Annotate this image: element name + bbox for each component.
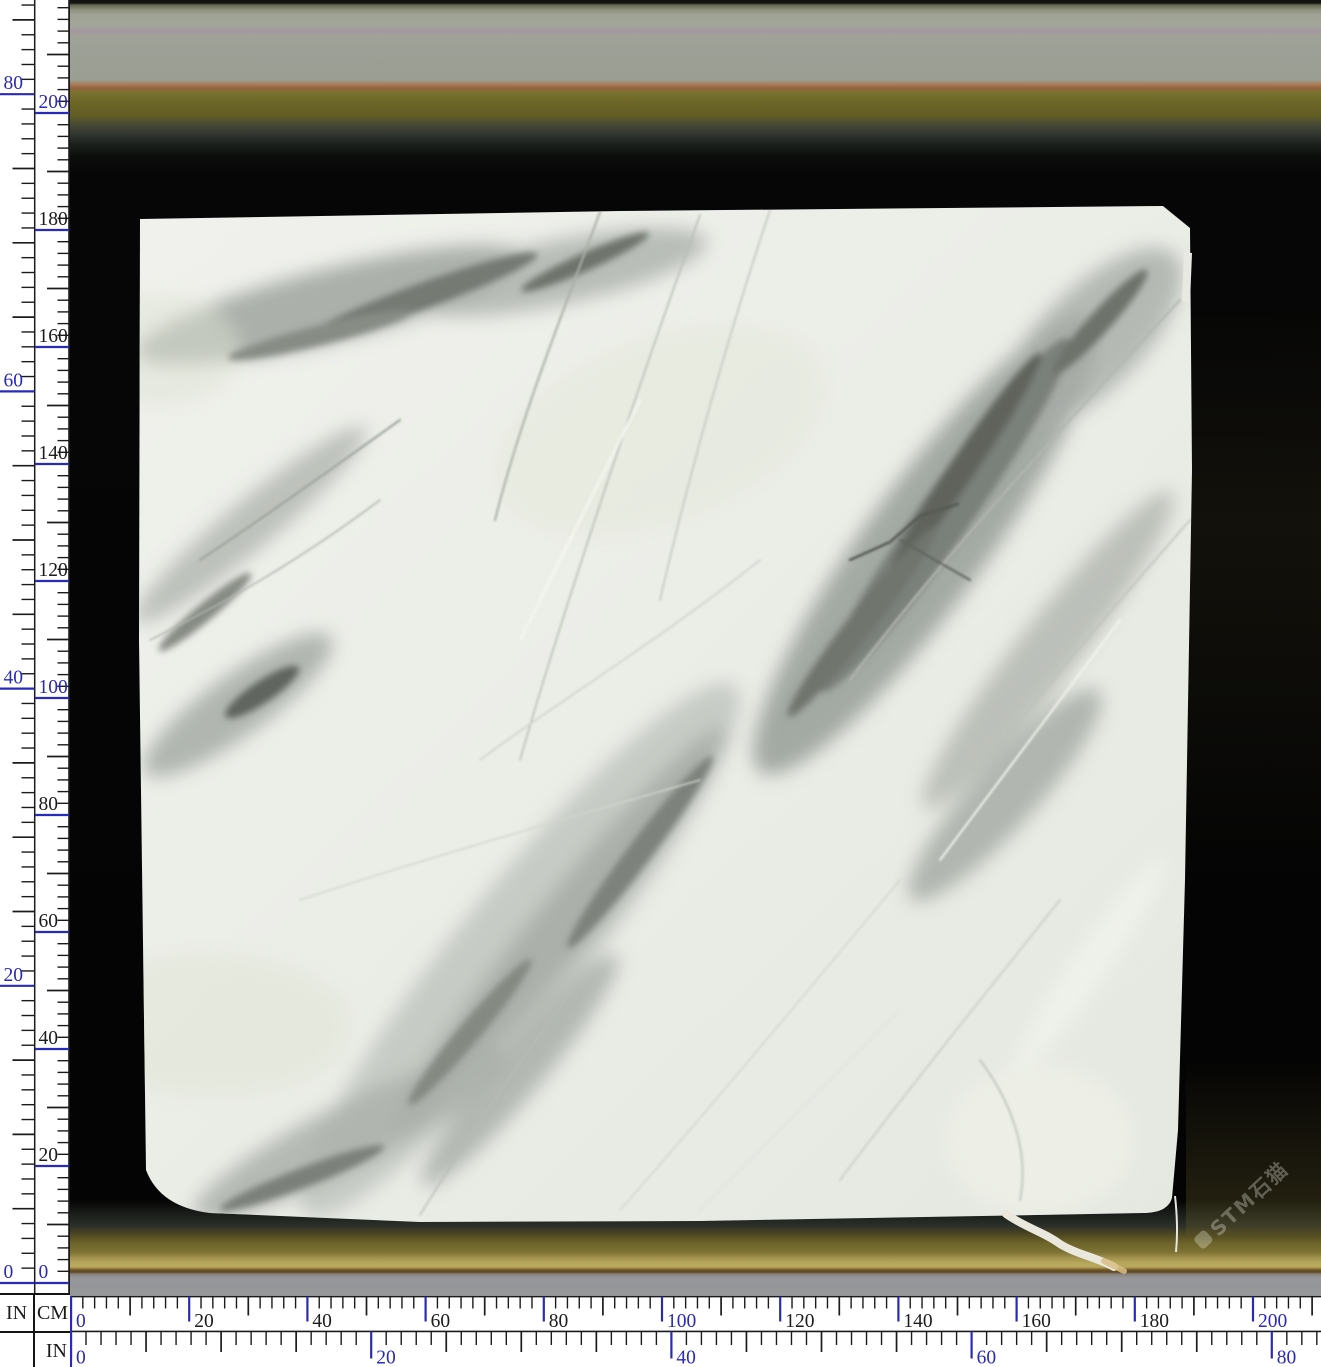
svg-text:20: 20 — [376, 1348, 396, 1367]
svg-text:40: 40 — [39, 1028, 59, 1049]
vertical-ruler: 0 20 40 60 80 100 120 140 160 180 200 0 20 40 60 80 — [0, 0, 70, 1293]
svg-text:0: 0 — [4, 1262, 14, 1283]
svg-text:140: 140 — [39, 443, 68, 464]
svg-text:20: 20 — [4, 965, 24, 986]
svg-text:80: 80 — [39, 794, 59, 815]
slab-scan-view: STM石猫 STM石猫 0204060801001201401601802000… — [0, 0, 1321, 1367]
svg-text:60: 60 — [4, 370, 24, 391]
svg-text:140: 140 — [903, 1311, 932, 1332]
corner-empty-cell — [0, 1333, 33, 1367]
svg-text:160: 160 — [1022, 1311, 1051, 1332]
svg-text:180: 180 — [39, 209, 68, 230]
svg-text:0: 0 — [39, 1262, 49, 1283]
corner-label-in-row: IN — [33, 1333, 70, 1367]
marble-slab-image — [0, 0, 1321, 1367]
svg-text:160: 160 — [39, 326, 68, 347]
svg-text:20: 20 — [39, 1145, 59, 1166]
svg-text:20: 20 — [194, 1311, 214, 1332]
corner-label-in-column: IN — [0, 1295, 33, 1331]
svg-text:80: 80 — [1277, 1348, 1297, 1367]
svg-text:100: 100 — [667, 1311, 696, 1332]
ruler-corner: IN CM IN — [0, 1293, 70, 1367]
svg-text:200: 200 — [39, 92, 68, 113]
svg-text:80: 80 — [549, 1311, 569, 1332]
svg-text:60: 60 — [39, 911, 59, 932]
svg-text:200: 200 — [1258, 1311, 1287, 1332]
edge-thread — [1175, 1196, 1177, 1252]
hanging-rope — [1006, 1214, 1114, 1267]
corner-label-cm: CM — [33, 1295, 70, 1331]
svg-text:100: 100 — [39, 677, 68, 698]
svg-text:0: 0 — [76, 1348, 86, 1367]
svg-text:40: 40 — [676, 1348, 696, 1367]
svg-text:180: 180 — [1140, 1311, 1169, 1332]
svg-text:80: 80 — [4, 73, 24, 94]
svg-text:60: 60 — [431, 1311, 451, 1332]
svg-text:120: 120 — [785, 1311, 814, 1332]
svg-text:60: 60 — [977, 1348, 997, 1367]
svg-text:40: 40 — [312, 1311, 332, 1332]
svg-text:0: 0 — [76, 1311, 86, 1332]
horizontal-ruler: 0 20 40 60 80 100 120 140 160 180 200 0 20 40 60 80 — [70, 1288, 1321, 1367]
svg-text:120: 120 — [39, 560, 68, 581]
svg-text:40: 40 — [4, 668, 24, 689]
